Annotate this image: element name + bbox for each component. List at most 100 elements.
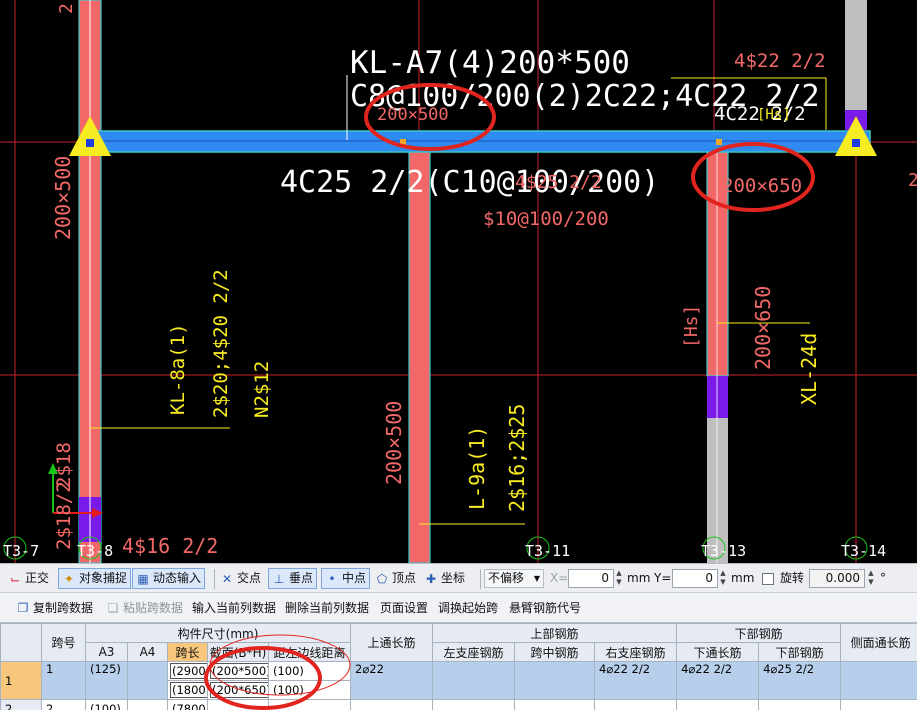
midpoint-snap[interactable]: • 中点 xyxy=(321,568,371,589)
cell-left-distance[interactable] xyxy=(267,699,352,710)
cell-side-through[interactable] xyxy=(840,661,917,700)
cell-bottom-through[interactable]: 4⌀22 2/2 xyxy=(676,661,760,700)
dynamic-input-label: 动态输入 xyxy=(153,571,202,585)
cell-section[interactable] xyxy=(207,699,269,710)
ortho-label: 正交 xyxy=(25,571,50,585)
swap-start-span-label: 调换起始跨 xyxy=(438,601,499,615)
cell-span-length-2[interactable]: (1800) xyxy=(167,680,208,700)
vertex-icon: ⬠ xyxy=(376,571,388,586)
cell-span-length-2-value: (1800) xyxy=(170,682,207,698)
degree-symbol: ° xyxy=(880,571,886,585)
edge-char: 2 xyxy=(908,170,917,191)
cell-bottom-through[interactable] xyxy=(676,699,760,710)
rotate-spinner[interactable]: ▲ ▼ xyxy=(866,569,876,588)
page-setup-button[interactable]: 页面设置 xyxy=(380,599,428,617)
ortho-toggle[interactable]: ⌙ 正交 xyxy=(8,568,49,589)
swap-start-span-button[interactable]: 调换起始跨 xyxy=(438,599,498,617)
row-header-2[interactable]: 2 xyxy=(0,699,42,710)
cell-bottom-rebar[interactable]: 4⌀25 2/2 xyxy=(758,661,842,700)
paste-icon: ❏ xyxy=(107,601,119,615)
dynamic-input-toggle[interactable]: ▦ 动态输入 xyxy=(132,568,206,589)
cell-section-2-value: (200*650) xyxy=(210,682,268,698)
delete-current-column-button[interactable]: 删除当前列数据 xyxy=(285,599,369,617)
dynamic-input-icon: ▦ xyxy=(137,571,149,586)
column-middle[interactable] xyxy=(408,149,431,563)
header-top-through: 上通长筋 xyxy=(350,623,434,662)
table-row[interactable]: 1 1 (125) (2900) (200*500) (100) 2⌀22 4⌀… xyxy=(0,661,917,700)
cell-right-support[interactable]: 4⌀22 2/2 xyxy=(594,661,678,700)
paste-span-data-button[interactable]: ❏ 粘贴跨数据 xyxy=(106,599,183,617)
header-left-support: 左支座钢筋 xyxy=(432,642,516,662)
cell-span-length[interactable]: (7800) xyxy=(167,699,208,710)
xl24-label: XL-24d xyxy=(797,333,821,405)
object-snap-toggle[interactable]: ✦ 对象捕捉 xyxy=(58,568,132,589)
header-top-rebar: 上部钢筋 xyxy=(432,623,678,643)
y-unit: mm xyxy=(731,571,755,585)
axis-label-t3-14: T3-14 xyxy=(841,542,886,560)
span-data-grid[interactable]: 跨号 构件尺寸(mm) 上通长筋 上部钢筋 下部钢筋 侧面通长筋 A3 A4 跨… xyxy=(0,623,917,710)
cantilever-code-button[interactable]: 悬臂钢筋代号 xyxy=(509,599,581,617)
cell-a3[interactable]: (100) xyxy=(85,699,128,710)
cantilever-code-label: 悬臂钢筋代号 xyxy=(509,601,582,615)
cell-span-length[interactable]: (2900) xyxy=(167,661,208,681)
input-current-column-label: 输入当前列数据 xyxy=(192,601,277,615)
perpendicular-snap[interactable]: ⊥ 垂点 xyxy=(268,568,318,589)
y-spinner[interactable]: ▲ ▼ xyxy=(718,569,728,588)
x-input[interactable]: 0 xyxy=(568,569,614,588)
coordinate-snap[interactable]: ✚ 坐标 xyxy=(424,568,465,589)
rotate-checkbox[interactable] xyxy=(762,573,774,585)
cell-section-2[interactable]: (200*650) xyxy=(207,680,269,700)
intersection-snap[interactable]: ✕ 交点 xyxy=(220,568,261,589)
ortho-icon: ⌙ xyxy=(9,571,21,586)
input-current-column-button[interactable]: 输入当前列数据 xyxy=(192,599,276,617)
left-top-digit: 2 xyxy=(56,3,77,14)
paste-span-data-label: 粘贴跨数据 xyxy=(123,601,184,615)
intersection-label: 交点 xyxy=(237,571,262,585)
header-size-group: 构件尺寸(mm) xyxy=(84,623,352,643)
rotate-input[interactable]: 0.000 xyxy=(809,569,865,588)
header-span-length: 跨长 xyxy=(167,642,208,662)
cell-top-through[interactable] xyxy=(350,699,434,710)
vertex-snap[interactable]: ⬠ 顶点 xyxy=(375,568,416,589)
right-beam-section-label: 200×650 xyxy=(722,175,802,197)
cell-side-through[interactable] xyxy=(840,699,917,710)
cell-top-through[interactable]: 2⌀22 xyxy=(350,661,434,700)
y-label: Y= xyxy=(654,571,672,585)
drawing-svg[interactable]: KL-A7(4)200*500 C8@100/200(2)2C22;4C22 2… xyxy=(0,0,917,563)
cell-bottom-rebar[interactable] xyxy=(758,699,842,710)
header-right-support: 右支座钢筋 xyxy=(594,642,678,662)
row-header-1[interactable]: 1 xyxy=(0,661,42,700)
perpendicular-label: 垂点 xyxy=(289,571,314,585)
cell-a4[interactable] xyxy=(127,661,168,700)
cell-left-distance[interactable]: (100) xyxy=(267,661,352,681)
cell-a4[interactable] xyxy=(127,699,168,710)
offset-select[interactable]: 不偏移 ▼ xyxy=(484,569,544,588)
copy-span-data-button[interactable]: ❐ 复制跨数据 xyxy=(16,599,93,617)
axis-label-t3-11: T3-11 xyxy=(525,542,570,560)
column-far-right[interactable] xyxy=(845,0,867,115)
header-mid-span: 跨中钢筋 xyxy=(514,642,596,662)
header-a4: A4 xyxy=(127,642,168,662)
x-spinner[interactable]: ▲ ▼ xyxy=(614,569,624,588)
header-left-distance: 距左边线距离 xyxy=(267,642,352,662)
table-row[interactable]: 2 2 (100) (7800) xyxy=(0,699,917,710)
bottom-bar-label: 4C25 2/2(C10@100/200) xyxy=(280,165,659,200)
right-col-section: 200×650 xyxy=(751,286,775,370)
cell-left-support[interactable] xyxy=(432,699,516,710)
beam-name-label: KL-A7(4)200*500 xyxy=(350,45,630,81)
cell-mid-span[interactable] xyxy=(514,661,596,700)
axis-label-t3-7: T3-7 xyxy=(3,542,39,560)
chevron-down-icon: ▼ xyxy=(533,574,540,583)
beam-section-label: 200×500 xyxy=(377,105,449,125)
y-input[interactable]: 0 xyxy=(672,569,718,588)
cell-left-support[interactable] xyxy=(432,661,516,700)
cell-right-support[interactable] xyxy=(594,699,678,710)
cell-span-no[interactable]: 2 xyxy=(41,699,86,710)
cell-mid-span[interactable] xyxy=(514,699,596,710)
cell-left-distance-2[interactable]: (100) xyxy=(267,680,352,700)
cad-drawing-canvas[interactable]: KL-A7(4)200*500 C8@100/200(2)2C22;4C22 2… xyxy=(0,0,917,563)
coordinate-icon: ✚ xyxy=(425,571,437,586)
cell-section[interactable]: (200*500) xyxy=(207,661,269,681)
cell-a3[interactable]: (125) xyxy=(85,661,128,700)
cell-span-no[interactable]: 1 xyxy=(41,661,86,700)
